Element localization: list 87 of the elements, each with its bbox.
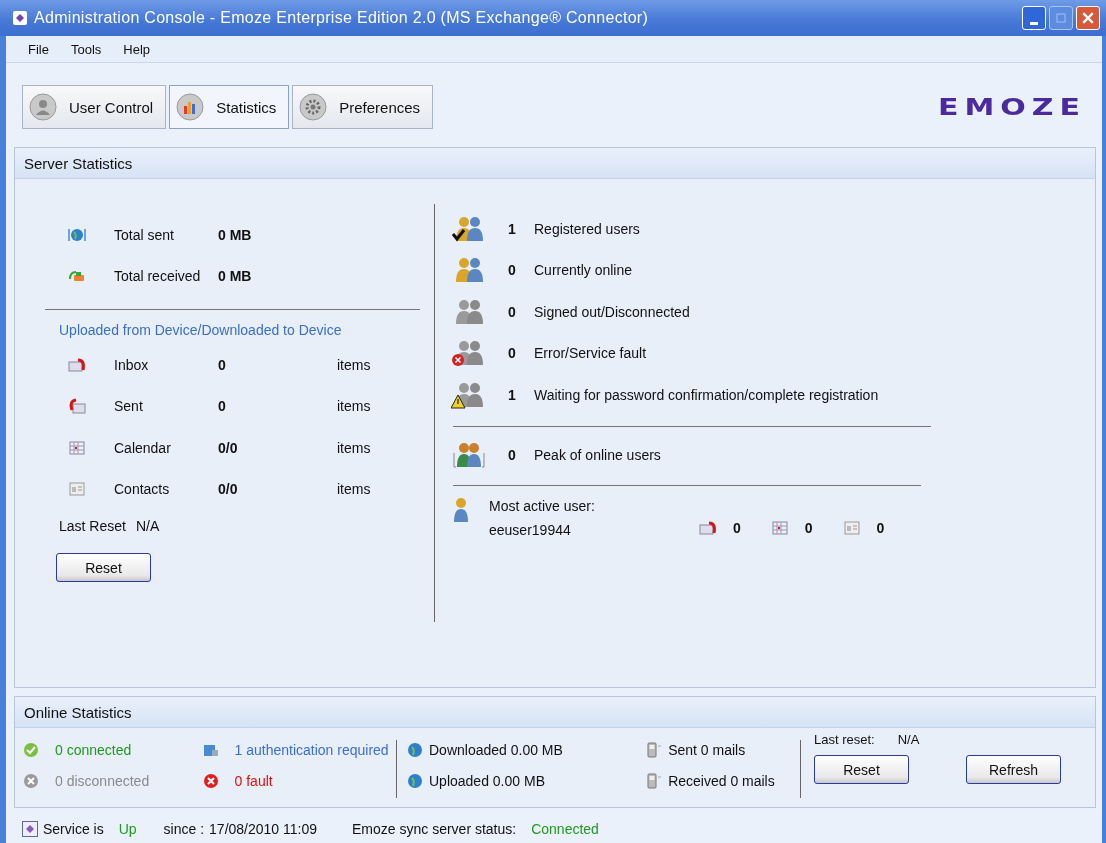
activity-count: 0 [876, 519, 885, 536]
menu-item[interactable]: Tools [70, 41, 102, 57]
stat-value: 0 MB [218, 267, 253, 287]
calendar-icon [770, 518, 789, 537]
item-label: Inbox [114, 355, 150, 375]
close-icon [1082, 12, 1094, 24]
app-icon [12, 10, 28, 26]
unit-label: items [337, 355, 372, 375]
activity-count: 0 [804, 519, 813, 536]
connection-status: 1 authentication required [234, 742, 389, 758]
user-count: 1 [507, 386, 517, 403]
traffic-label: Uploaded 0.00 MB [429, 773, 545, 789]
phone-icon [646, 773, 663, 789]
calendar-icon [68, 438, 86, 457]
activity-count: 0 [733, 519, 741, 536]
tab[interactable]: User Control [22, 85, 167, 129]
logo: EMOZE [937, 93, 1086, 121]
peak-count: 0 [507, 446, 517, 463]
close-circle-icon [23, 773, 39, 789]
section-title: Uploaded from Device/Downloaded to Device [58, 322, 343, 338]
peak-label: Peak of online users [534, 446, 661, 463]
tab[interactable]: Preferences [292, 85, 434, 129]
traffic-label: Downloaded 0.00 MB [429, 742, 563, 758]
last-reset-label: Last reset: [814, 732, 875, 747]
user-status-label: Signed out/Disconnected [534, 303, 690, 320]
user-icon [453, 495, 469, 524]
since-date: 17/08/2010 11:09 [209, 821, 317, 837]
item-count: 0 [218, 397, 227, 417]
reset-button[interactable]: Reset [814, 755, 909, 784]
last-reset-value: N/A [135, 518, 160, 534]
stat-value: 0 MB [218, 225, 253, 245]
contact-card-icon [842, 518, 861, 537]
minimize-button[interactable] [1022, 6, 1046, 30]
connection-status: 0 disconnected [55, 773, 150, 789]
unit-label: items [337, 397, 372, 417]
connection-status: 0 fault [234, 773, 273, 789]
globe-icon [407, 742, 423, 758]
service-label: Service is [43, 821, 104, 837]
traffic-label: Sent 0 mails [668, 742, 746, 758]
check-icon [23, 742, 39, 758]
sync-status-label: Emoze sync server status: [352, 821, 517, 837]
item-count: 0 [218, 355, 227, 375]
user-status-label: Error/Service fault [534, 345, 647, 362]
close-circle-icon [202, 773, 219, 789]
item-count: 0/0 [218, 438, 239, 458]
user-count: 0 [507, 345, 517, 362]
minimize-icon [1030, 21, 1038, 25]
user-status-label: Waiting for password confirmation/complete registration [534, 386, 879, 403]
menu-item[interactable]: File [28, 41, 49, 57]
most-active-label: Most active user: [489, 497, 596, 514]
menu-item[interactable]: Help [123, 41, 151, 57]
traffic-label: Received 0 mails [668, 773, 775, 789]
tab[interactable]: Statistics [169, 85, 290, 129]
window-title: Administration Console - Emoze Enterprise Edition 2.0 (MS Exchange® Connector) [34, 9, 649, 27]
since-label: since : [163, 821, 205, 837]
contact-card-icon [68, 480, 86, 499]
last-reset-label: Last Reset [59, 518, 126, 534]
item-label: Sent [114, 397, 144, 417]
stat-label: Total received [114, 267, 202, 287]
maximize-icon [1056, 13, 1066, 23]
most-active-user: eeuser19944 [489, 521, 572, 538]
user-count: 0 [507, 262, 517, 279]
bar-chart-icon [176, 93, 205, 121]
close-button[interactable] [1076, 6, 1100, 30]
envelope-icon [68, 397, 86, 416]
user-status-label: Currently online [534, 262, 633, 279]
item-count: 0/0 [218, 480, 239, 500]
unit-label: items [337, 438, 372, 458]
service-icon [22, 821, 38, 837]
last-reset-value: N/A [897, 732, 920, 747]
item-label: Contacts [114, 480, 171, 500]
users-icon [451, 440, 487, 469]
item-label: Calendar [114, 438, 172, 458]
phone-icon [646, 742, 663, 758]
unit-label: items [337, 480, 372, 500]
reset-button[interactable]: Reset [56, 553, 151, 582]
gear-icon [299, 93, 328, 121]
connection-status: 0 connected [55, 742, 132, 758]
user-count: 1 [507, 220, 517, 237]
user-icon [29, 93, 57, 121]
user-status-label: Registered users [534, 220, 640, 237]
refresh-button[interactable]: Refresh [966, 755, 1061, 784]
sync-status: Connected [531, 821, 599, 837]
user-count: 0 [507, 303, 517, 320]
stat-label: Total sent [114, 225, 175, 245]
service-state: Up [118, 821, 137, 837]
globe-icon [407, 773, 423, 789]
